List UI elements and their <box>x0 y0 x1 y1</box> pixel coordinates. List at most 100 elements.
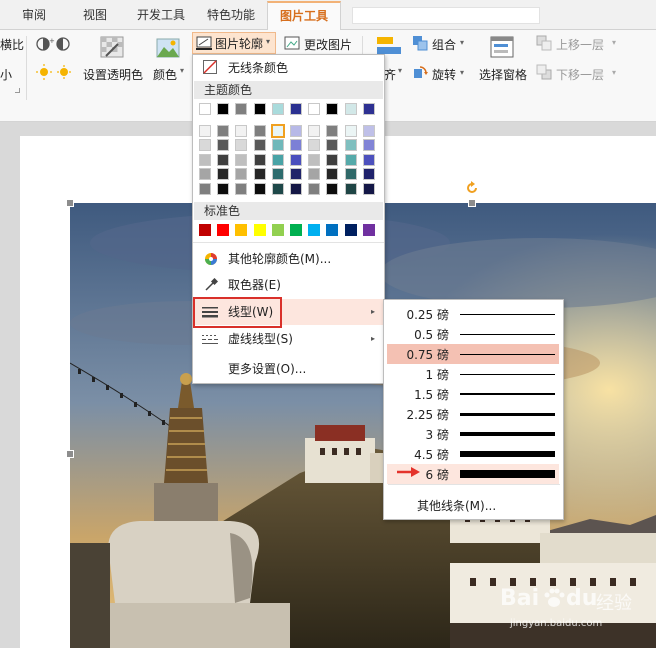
line-width-option[interactable]: 0.5 磅 <box>387 324 559 344</box>
menu-item-dash-style[interactable]: 虚线线型(S) ▸ <box>194 326 383 352</box>
line-width-option[interactable]: 1.5 磅 <box>387 384 559 404</box>
tab-view[interactable]: 视图 <box>83 0 107 30</box>
tab-review[interactable]: 审阅 <box>22 0 46 30</box>
chevron-down-icon[interactable]: ▾ <box>460 38 464 47</box>
color-swatch[interactable] <box>253 182 266 195</box>
color-swatch[interactable] <box>217 139 230 152</box>
color-swatch[interactable] <box>362 153 375 166</box>
color-swatch[interactable] <box>344 139 357 152</box>
bring-forward-label[interactable]: 上移一层 <box>556 36 604 53</box>
set-transparent-color-icon[interactable] <box>100 36 126 60</box>
color-swatch[interactable] <box>271 139 284 152</box>
standard-color-swatch[interactable] <box>235 224 248 236</box>
line-width-option[interactable]: 0.25 磅 <box>387 304 559 324</box>
color-swatch[interactable] <box>271 168 284 181</box>
brightness-icons[interactable] <box>36 64 76 80</box>
color-swatch[interactable] <box>253 139 266 152</box>
standard-color-swatch[interactable] <box>253 224 266 236</box>
color-swatch[interactable] <box>308 168 321 181</box>
menu-item-more-outline-colors[interactable]: 其他轮廓颜色(M)... <box>194 246 383 272</box>
color-swatch[interactable] <box>290 125 302 137</box>
color-swatch[interactable] <box>290 168 302 181</box>
standard-color-swatch[interactable] <box>326 224 339 236</box>
ribbon-cut-label-bottom[interactable]: 小 <box>0 66 12 83</box>
line-width-option[interactable]: 4.5 磅 <box>387 444 559 464</box>
chevron-down-icon[interactable]: ▾ <box>612 68 616 77</box>
ribbon-cut-label-top[interactable]: 横比 <box>0 36 24 53</box>
color-swatch[interactable] <box>217 153 230 166</box>
color-swatch[interactable] <box>308 103 321 115</box>
align-icon[interactable] <box>376 36 402 56</box>
color-swatch[interactable] <box>362 168 375 181</box>
color-swatch[interactable] <box>199 139 211 152</box>
group-icon[interactable] <box>412 35 428 51</box>
chevron-down-icon[interactable]: ▾ <box>460 68 464 77</box>
color-swatch[interactable] <box>326 103 339 115</box>
color-swatch[interactable] <box>344 168 357 181</box>
align-label[interactable]: 齐 <box>384 66 396 83</box>
color-swatch[interactable] <box>362 103 375 115</box>
selection-pane-icon[interactable] <box>490 36 516 60</box>
color-swatch[interactable] <box>217 168 230 181</box>
tab-developer-tools[interactable]: 开发工具 <box>137 0 185 30</box>
color-swatch[interactable] <box>253 103 266 115</box>
color-swatch[interactable] <box>199 103 211 115</box>
send-backward-label[interactable]: 下移一层 <box>556 66 604 83</box>
standard-color-swatch[interactable] <box>344 224 357 236</box>
resize-handle[interactable] <box>468 199 476 207</box>
menu-item-more-lines[interactable]: 其他线条(M)... <box>384 494 563 518</box>
line-width-option[interactable]: 1 磅 <box>387 364 559 384</box>
color-swatch[interactable] <box>326 182 339 195</box>
color-swatch[interactable] <box>290 103 302 115</box>
color-swatch[interactable] <box>308 125 321 137</box>
rotate-label[interactable]: 旋转 <box>432 66 456 83</box>
menu-item-no-line-color[interactable]: 无线条颜色 <box>194 55 383 81</box>
line-width-option[interactable]: 2.25 磅 <box>387 404 559 424</box>
color-swatch[interactable] <box>199 125 211 137</box>
color-swatch[interactable] <box>290 139 302 152</box>
group-label[interactable]: 组合 <box>432 36 456 53</box>
color-swatch[interactable] <box>199 153 211 166</box>
color-swatch[interactable] <box>253 168 266 181</box>
color-swatch[interactable] <box>271 153 284 166</box>
search-box[interactable] <box>352 7 540 24</box>
color-swatch[interactable] <box>326 153 339 166</box>
rotate-icon[interactable] <box>412 64 428 80</box>
change-picture-icon[interactable] <box>284 35 300 51</box>
color-swatch[interactable] <box>344 125 357 137</box>
menu-item-more-settings[interactable]: 更多设置(O)... <box>194 356 383 382</box>
color-swatch[interactable] <box>253 125 266 137</box>
color-swatch[interactable] <box>271 103 284 115</box>
chevron-down-icon[interactable]: ▾ <box>612 38 616 47</box>
standard-color-swatch[interactable] <box>290 224 302 236</box>
color-swatch[interactable] <box>199 182 211 195</box>
color-swatch[interactable] <box>344 153 357 166</box>
color-swatch[interactable] <box>271 182 284 195</box>
color-swatch[interactable] <box>326 139 339 152</box>
menu-item-eyedropper[interactable]: 取色器(E) <box>194 272 383 298</box>
color-swatch[interactable] <box>308 153 321 166</box>
change-picture-label[interactable]: 更改图片 <box>304 36 352 53</box>
standard-color-swatch[interactable] <box>217 224 230 236</box>
color-swatch[interactable] <box>362 182 375 195</box>
color-swatch[interactable] <box>199 168 211 181</box>
dialog-launcher-icon[interactable] <box>15 88 20 93</box>
line-width-option[interactable]: 3 磅 <box>387 424 559 444</box>
color-swatch[interactable] <box>235 182 248 195</box>
color-dropdown-icon[interactable]: ▾ <box>180 66 184 75</box>
color-swatch[interactable] <box>308 182 321 195</box>
contrast-icons[interactable]: + <box>36 36 76 52</box>
color-swatch[interactable] <box>270 124 285 138</box>
picture-color-icon[interactable] <box>156 36 182 60</box>
color-swatch[interactable] <box>308 139 321 152</box>
color-swatch[interactable] <box>344 103 357 115</box>
standard-color-swatch[interactable] <box>362 224 375 236</box>
color-swatch[interactable] <box>253 153 266 166</box>
color-swatch[interactable] <box>362 139 375 152</box>
color-swatch[interactable] <box>235 168 248 181</box>
color-swatch[interactable] <box>217 182 230 195</box>
color-swatch[interactable] <box>217 125 230 137</box>
picture-color-label[interactable]: 颜色 <box>153 66 177 83</box>
color-swatch[interactable] <box>235 103 248 115</box>
color-swatch[interactable] <box>290 153 302 166</box>
